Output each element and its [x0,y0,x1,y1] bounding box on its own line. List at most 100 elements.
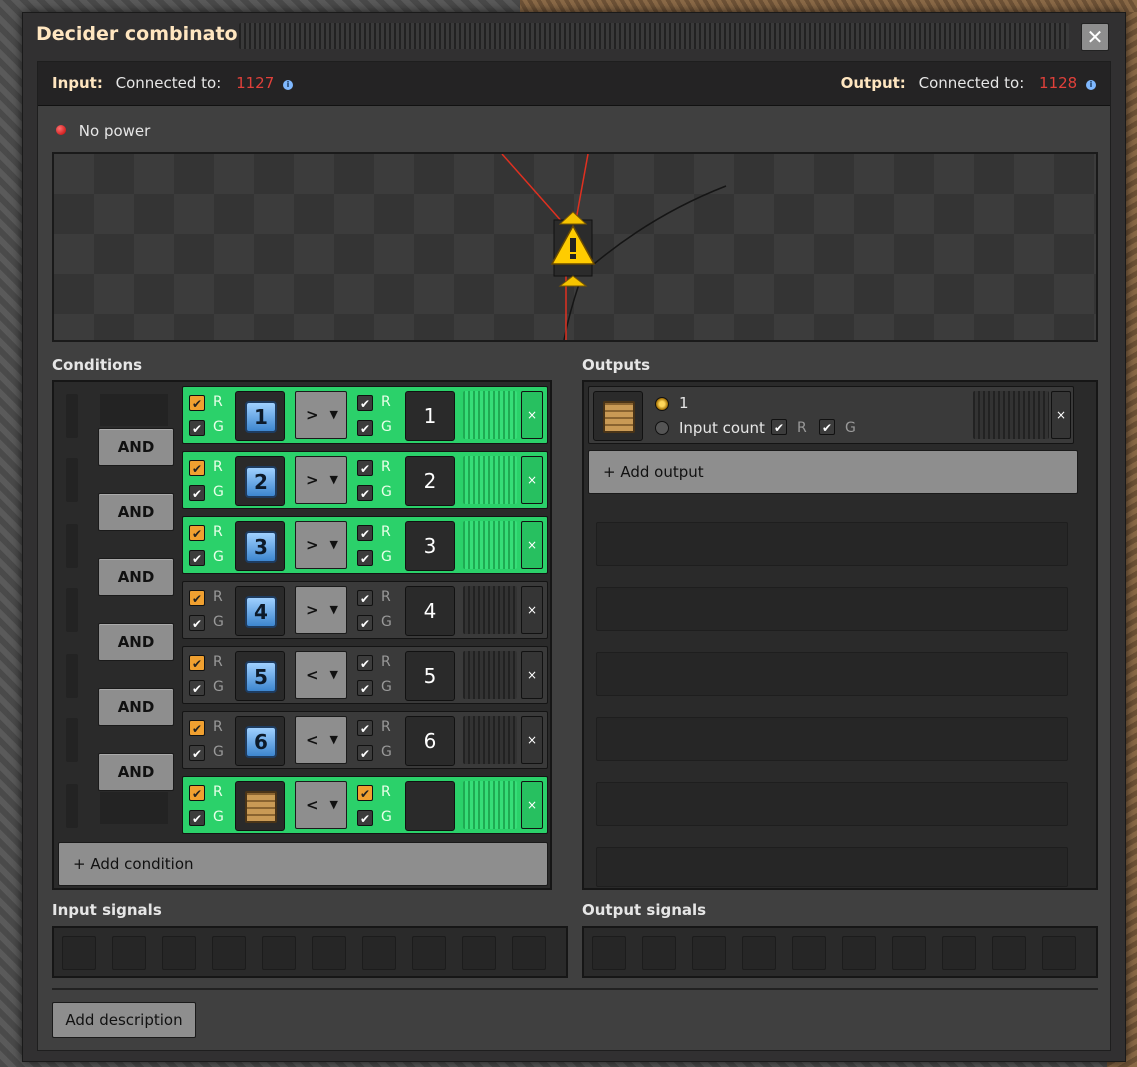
remove-condition-button[interactable]: × [521,781,543,829]
condition-drag-handle[interactable] [463,651,517,699]
first-green-checkbox[interactable]: ✔ [189,550,205,566]
add-output-button[interactable]: + Add output [588,450,1078,494]
constant-value[interactable] [405,781,455,831]
comparator-dropdown[interactable]: < ▼ [295,781,347,829]
second-green-checkbox[interactable]: ✔ [357,680,373,696]
remove-condition-button[interactable]: × [521,651,543,699]
first-green-checkbox[interactable]: ✔ [189,745,205,761]
first-green-checkbox[interactable]: ✔ [189,680,205,696]
and-button[interactable]: AND [98,753,174,791]
remove-condition-button[interactable]: × [521,716,543,764]
drag-handle[interactable] [239,23,1069,49]
constant-value[interactable]: 3 [405,521,455,571]
remove-output-button[interactable]: × [1051,391,1071,439]
remove-condition-button[interactable]: × [521,521,543,569]
first-red-checkbox[interactable]: ✔ [189,785,205,801]
signal-cell [742,936,776,970]
remove-condition-button[interactable]: × [521,456,543,504]
second-green-label: G [381,549,392,565]
first-signal-slot[interactable]: 2 [235,456,285,506]
title-bar[interactable]: Decider combinator ✕ [23,13,1125,61]
first-red-checkbox[interactable]: ✔ [189,525,205,541]
first-signal-slot[interactable]: 4 [235,586,285,636]
and-button[interactable]: AND [98,428,174,466]
info-icon[interactable]: i [283,80,294,90]
constant-value[interactable]: 2 [405,456,455,506]
second-green-checkbox[interactable]: ✔ [357,420,373,436]
info-icon[interactable]: i [1086,80,1096,90]
condition-drag-handle[interactable] [463,456,517,504]
comparator-dropdown[interactable]: < ▼ [295,716,347,764]
first-green-checkbox[interactable]: ✔ [189,615,205,631]
output-constant-radio[interactable] [655,397,669,411]
second-red-checkbox[interactable]: ✔ [357,395,373,411]
constant-value[interactable]: 6 [405,716,455,766]
comparator-dropdown[interactable]: > ▼ [295,456,347,504]
and-button[interactable]: AND [98,688,174,726]
add-description-button[interactable]: Add description [52,1002,196,1038]
second-green-checkbox[interactable]: ✔ [357,745,373,761]
and-button[interactable]: AND [98,558,174,596]
output-signal-slot[interactable] [593,391,643,441]
signal-cell [312,936,346,970]
second-red-checkbox[interactable]: ✔ [357,460,373,476]
first-signal-slot[interactable]: 6 [235,716,285,766]
add-condition-button[interactable]: + Add condition [58,842,548,886]
first-red-checkbox[interactable]: ✔ [189,395,205,411]
first-signal-slot[interactable]: 3 [235,521,285,571]
output-input-count-radio[interactable] [655,421,669,435]
second-green-checkbox[interactable]: ✔ [357,810,373,826]
signal-1-icon: 1 [245,401,277,433]
second-green-checkbox[interactable]: ✔ [357,615,373,631]
second-red-checkbox[interactable]: ✔ [357,590,373,606]
second-green-label: G [381,809,392,825]
constant-value[interactable]: 1 [405,391,455,441]
and-button[interactable]: AND [98,493,174,531]
second-red-checkbox[interactable]: ✔ [357,655,373,671]
wooden-chest-icon [245,791,277,823]
first-signal-slot[interactable]: 1 [235,391,285,441]
first-green-checkbox[interactable]: ✔ [189,485,205,501]
second-red-checkbox[interactable]: ✔ [357,720,373,736]
output-red-checkbox[interactable]: ✔ [771,419,787,435]
condition-drag-handle[interactable] [463,781,517,829]
second-green-checkbox[interactable]: ✔ [357,550,373,566]
conditions-heading: Conditions [52,356,143,374]
close-button[interactable]: ✕ [1081,23,1109,51]
second-green-label: G [381,419,392,435]
first-green-label: G [213,809,224,825]
condition-drag-handle[interactable] [463,391,517,439]
signal-4-icon: 4 [245,596,277,628]
first-green-checkbox[interactable]: ✔ [189,420,205,436]
output-drag-handle[interactable] [973,391,1049,439]
output-connected-text: Connected to: [918,74,1025,92]
first-red-checkbox[interactable]: ✔ [189,720,205,736]
comparator-dropdown[interactable]: < ▼ [295,651,347,699]
outputs-heading: Outputs [582,356,651,374]
condition-drag-handle[interactable] [463,716,517,764]
remove-condition-button[interactable]: × [521,391,543,439]
second-red-label: R [381,654,391,670]
first-red-checkbox[interactable]: ✔ [189,590,205,606]
condition-rail [66,588,78,632]
condition-drag-handle[interactable] [463,521,517,569]
first-red-checkbox[interactable]: ✔ [189,655,205,671]
remove-condition-button[interactable]: × [521,586,543,634]
output-green-checkbox[interactable]: ✔ [819,419,835,435]
comparator-dropdown[interactable]: > ▼ [295,391,347,439]
second-red-label: R [381,459,391,475]
first-signal-slot[interactable]: 5 [235,651,285,701]
second-red-checkbox[interactable]: ✔ [357,785,373,801]
condition-row: ✔ R ✔ G 3 > ▼ ✔ R ✔ G 3 × [182,516,548,574]
first-red-checkbox[interactable]: ✔ [189,460,205,476]
and-button[interactable]: AND [98,623,174,661]
condition-drag-handle[interactable] [463,586,517,634]
second-green-checkbox[interactable]: ✔ [357,485,373,501]
constant-value[interactable]: 4 [405,586,455,636]
comparator-dropdown[interactable]: > ▼ [295,586,347,634]
first-green-checkbox[interactable]: ✔ [189,810,205,826]
constant-value[interactable]: 5 [405,651,455,701]
second-red-checkbox[interactable]: ✔ [357,525,373,541]
first-signal-slot[interactable] [235,781,285,831]
comparator-dropdown[interactable]: > ▼ [295,521,347,569]
